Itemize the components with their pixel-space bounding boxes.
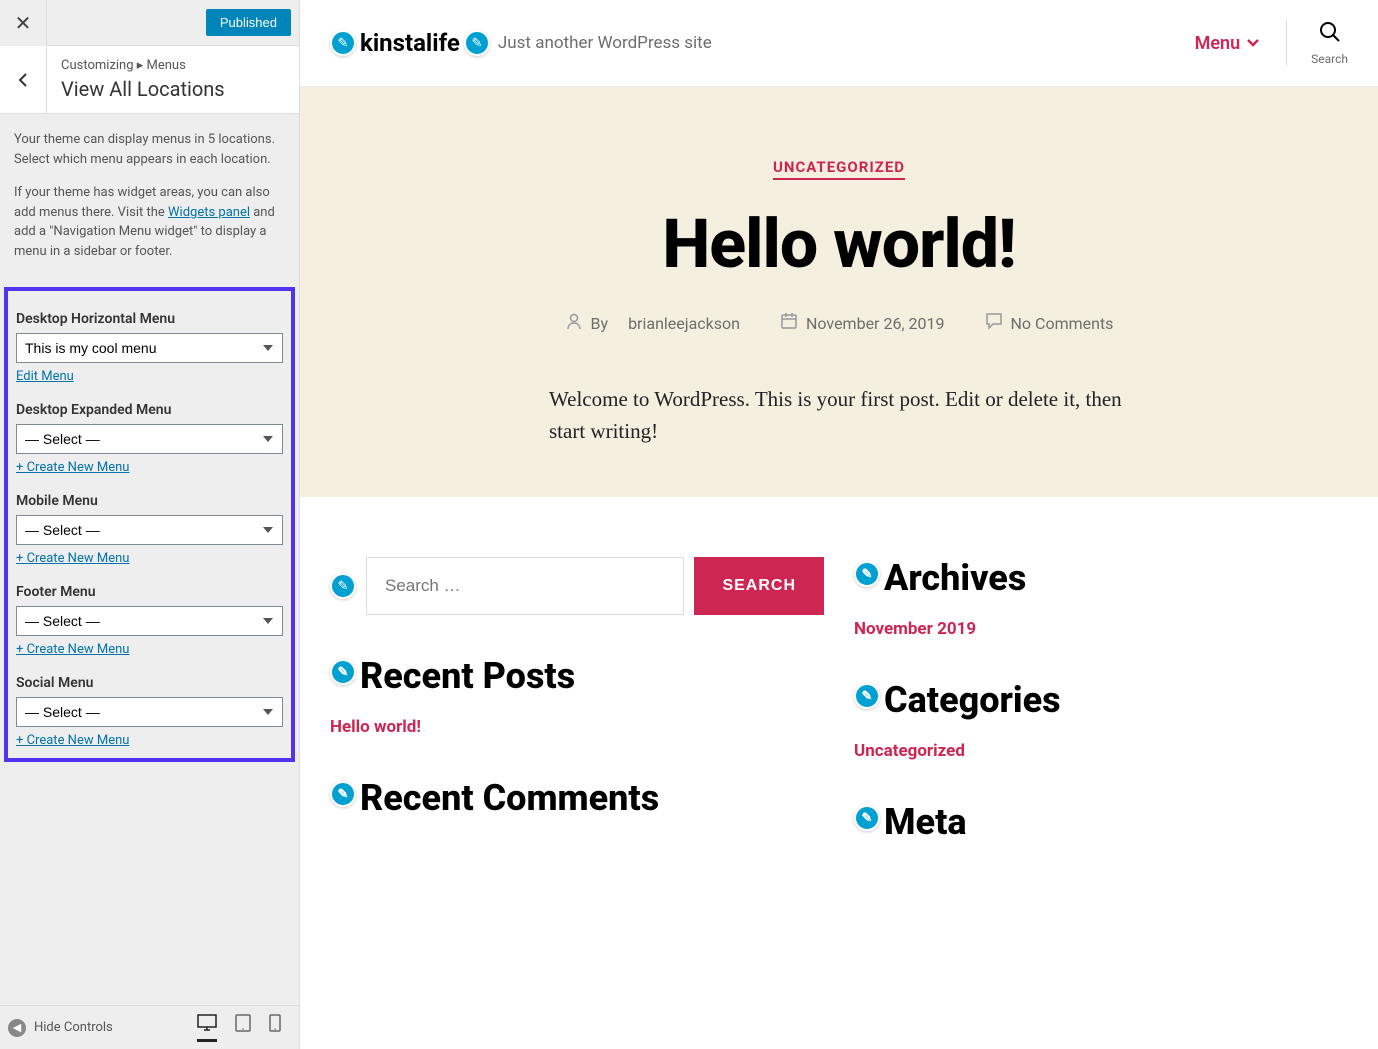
widgets-area: ✎ SEARCH ✎ Recent Posts Hello world! ✎ R…: [300, 497, 1378, 883]
category-link[interactable]: UNCATEGORIZED: [773, 158, 905, 180]
widget-title-text: Categories: [884, 679, 1061, 721]
search-button[interactable]: SEARCH: [694, 557, 824, 615]
site-header: ✎ kinstalife ✎ Just another WordPress si…: [300, 0, 1378, 87]
widget-title-text: Meta: [884, 801, 967, 843]
edit-shortcut-icon[interactable]: ✎: [854, 683, 880, 709]
edit-shortcut-icon[interactable]: ✎: [464, 30, 490, 56]
mobile-preview-icon[interactable]: [269, 1014, 281, 1042]
menu-location-footer: Footer Menu — Select — + Create New Menu: [16, 584, 283, 657]
search-icon: [1318, 20, 1342, 50]
site-branding: ✎ kinstalife ✎ Just another WordPress si…: [330, 29, 712, 57]
edit-menu-link[interactable]: Edit Menu: [16, 369, 74, 384]
chevron-down-icon: [1246, 38, 1260, 48]
back-button[interactable]: [0, 46, 47, 113]
menu-select-desktop-expanded[interactable]: — Select —: [16, 424, 283, 454]
menu-location-label: Desktop Horizontal Menu: [16, 311, 283, 327]
site-tagline: Just another WordPress site: [498, 33, 712, 53]
archive-link[interactable]: November 2019: [854, 619, 976, 639]
menu-select-footer[interactable]: — Select —: [16, 606, 283, 636]
sidebar-footer: ◀ Hide Controls: [0, 1005, 299, 1049]
menu-location-desktop-expanded: Desktop Expanded Menu — Select — + Creat…: [16, 402, 283, 475]
menu-location-desktop-horizontal: Desktop Horizontal Menu This is my cool …: [16, 311, 283, 384]
sidebar-header: Customizing ▸ Menus View All Locations: [0, 46, 299, 114]
post-hero: UNCATEGORIZED Hello world! By brianleeja…: [300, 87, 1378, 497]
device-preview-toggles: [197, 1014, 291, 1042]
desc-paragraph-2: If your theme has widget areas, you can …: [14, 183, 285, 261]
create-menu-link[interactable]: + Create New Menu: [16, 551, 129, 566]
customizer-sidebar: ✕ Published Customizing ▸ Menus View All…: [0, 0, 300, 1049]
edit-shortcut-icon[interactable]: ✎: [330, 30, 356, 56]
recent-comments-widget: ✎ Recent Comments: [330, 777, 824, 819]
widget-title-text: Recent Posts: [360, 655, 575, 697]
search-toggle[interactable]: Search: [1286, 20, 1348, 66]
tablet-preview-icon[interactable]: [235, 1014, 251, 1042]
collapse-icon: ◀: [8, 1019, 26, 1037]
breadcrumb: Customizing ▸ Menus: [61, 58, 285, 73]
menu-location-label: Social Menu: [16, 675, 283, 691]
edit-shortcut-icon[interactable]: ✎: [330, 573, 356, 599]
comment-icon: [985, 312, 1003, 334]
site-title[interactable]: kinstalife: [360, 29, 460, 57]
menu-select-mobile[interactable]: — Select —: [16, 515, 283, 545]
meta-date: November 26, 2019: [780, 312, 945, 334]
menu-toggle[interactable]: Menu: [1195, 33, 1261, 54]
edit-shortcut-icon[interactable]: ✎: [854, 805, 880, 831]
menu-location-label: Desktop Expanded Menu: [16, 402, 283, 418]
post-meta: By brianleejackson November 26, 2019 No …: [519, 312, 1159, 334]
menu-location-label: Footer Menu: [16, 584, 283, 600]
breadcrumb-area: Customizing ▸ Menus View All Locations: [47, 46, 299, 113]
categories-widget: ✎ Categories Uncategorized: [854, 679, 1348, 761]
hide-controls-button[interactable]: ◀ Hide Controls: [8, 1019, 113, 1037]
widget-title-text: Archives: [884, 557, 1026, 599]
edit-shortcut-icon[interactable]: ✎: [330, 659, 356, 685]
meta-widget: ✎ Meta: [854, 801, 1348, 843]
menu-select-desktop-horizontal[interactable]: This is my cool menu: [16, 333, 283, 363]
widgets-panel-link[interactable]: Widgets panel: [168, 205, 250, 220]
sidebar-description: Your theme can display menus in 5 locati…: [0, 114, 299, 287]
sidebar-topbar: ✕ Published: [0, 0, 299, 46]
create-menu-link[interactable]: + Create New Menu: [16, 642, 129, 657]
search-input[interactable]: [366, 557, 684, 615]
author-link[interactable]: brianleejackson: [628, 314, 740, 333]
menu-location-label: Mobile Menu: [16, 493, 283, 509]
meta-comments[interactable]: No Comments: [985, 312, 1114, 334]
widget-title-text: Recent Comments: [360, 777, 659, 819]
archives-widget: ✎ Archives November 2019: [854, 557, 1348, 639]
create-menu-link[interactable]: + Create New Menu: [16, 460, 129, 475]
post-title: Hello world!: [519, 204, 1159, 284]
recent-posts-widget: ✎ Recent Posts Hello world!: [330, 655, 824, 737]
post-excerpt: Welcome to WordPress. This is your first…: [549, 384, 1129, 447]
site-preview: ✎ kinstalife ✎ Just another WordPress si…: [300, 0, 1378, 1049]
desktop-preview-icon[interactable]: [197, 1014, 217, 1042]
create-menu-link[interactable]: + Create New Menu: [16, 733, 129, 748]
calendar-icon: [780, 312, 798, 334]
header-right: Menu Search: [1195, 20, 1348, 66]
search-widget: ✎ SEARCH: [330, 557, 824, 615]
search-label: Search: [1311, 52, 1348, 66]
edit-shortcut-icon[interactable]: ✎: [854, 561, 880, 587]
menu-locations-highlight: Desktop Horizontal Menu This is my cool …: [4, 287, 295, 762]
edit-shortcut-icon[interactable]: ✎: [330, 781, 356, 807]
menu-select-social[interactable]: — Select —: [16, 697, 283, 727]
user-icon: [565, 312, 583, 334]
category-widget-link[interactable]: Uncategorized: [854, 741, 965, 761]
menu-location-social: Social Menu — Select — + Create New Menu: [16, 675, 283, 748]
meta-author: By brianleejackson: [565, 312, 740, 334]
panel-title: View All Locations: [61, 77, 285, 101]
menu-location-mobile: Mobile Menu — Select — + Create New Menu: [16, 493, 283, 566]
close-button[interactable]: ✕: [0, 0, 47, 46]
desc-paragraph-1: Your theme can display menus in 5 locati…: [14, 130, 285, 169]
chevron-left-icon: [18, 72, 28, 88]
published-button[interactable]: Published: [206, 9, 291, 36]
recent-post-link[interactable]: Hello world!: [330, 717, 421, 737]
